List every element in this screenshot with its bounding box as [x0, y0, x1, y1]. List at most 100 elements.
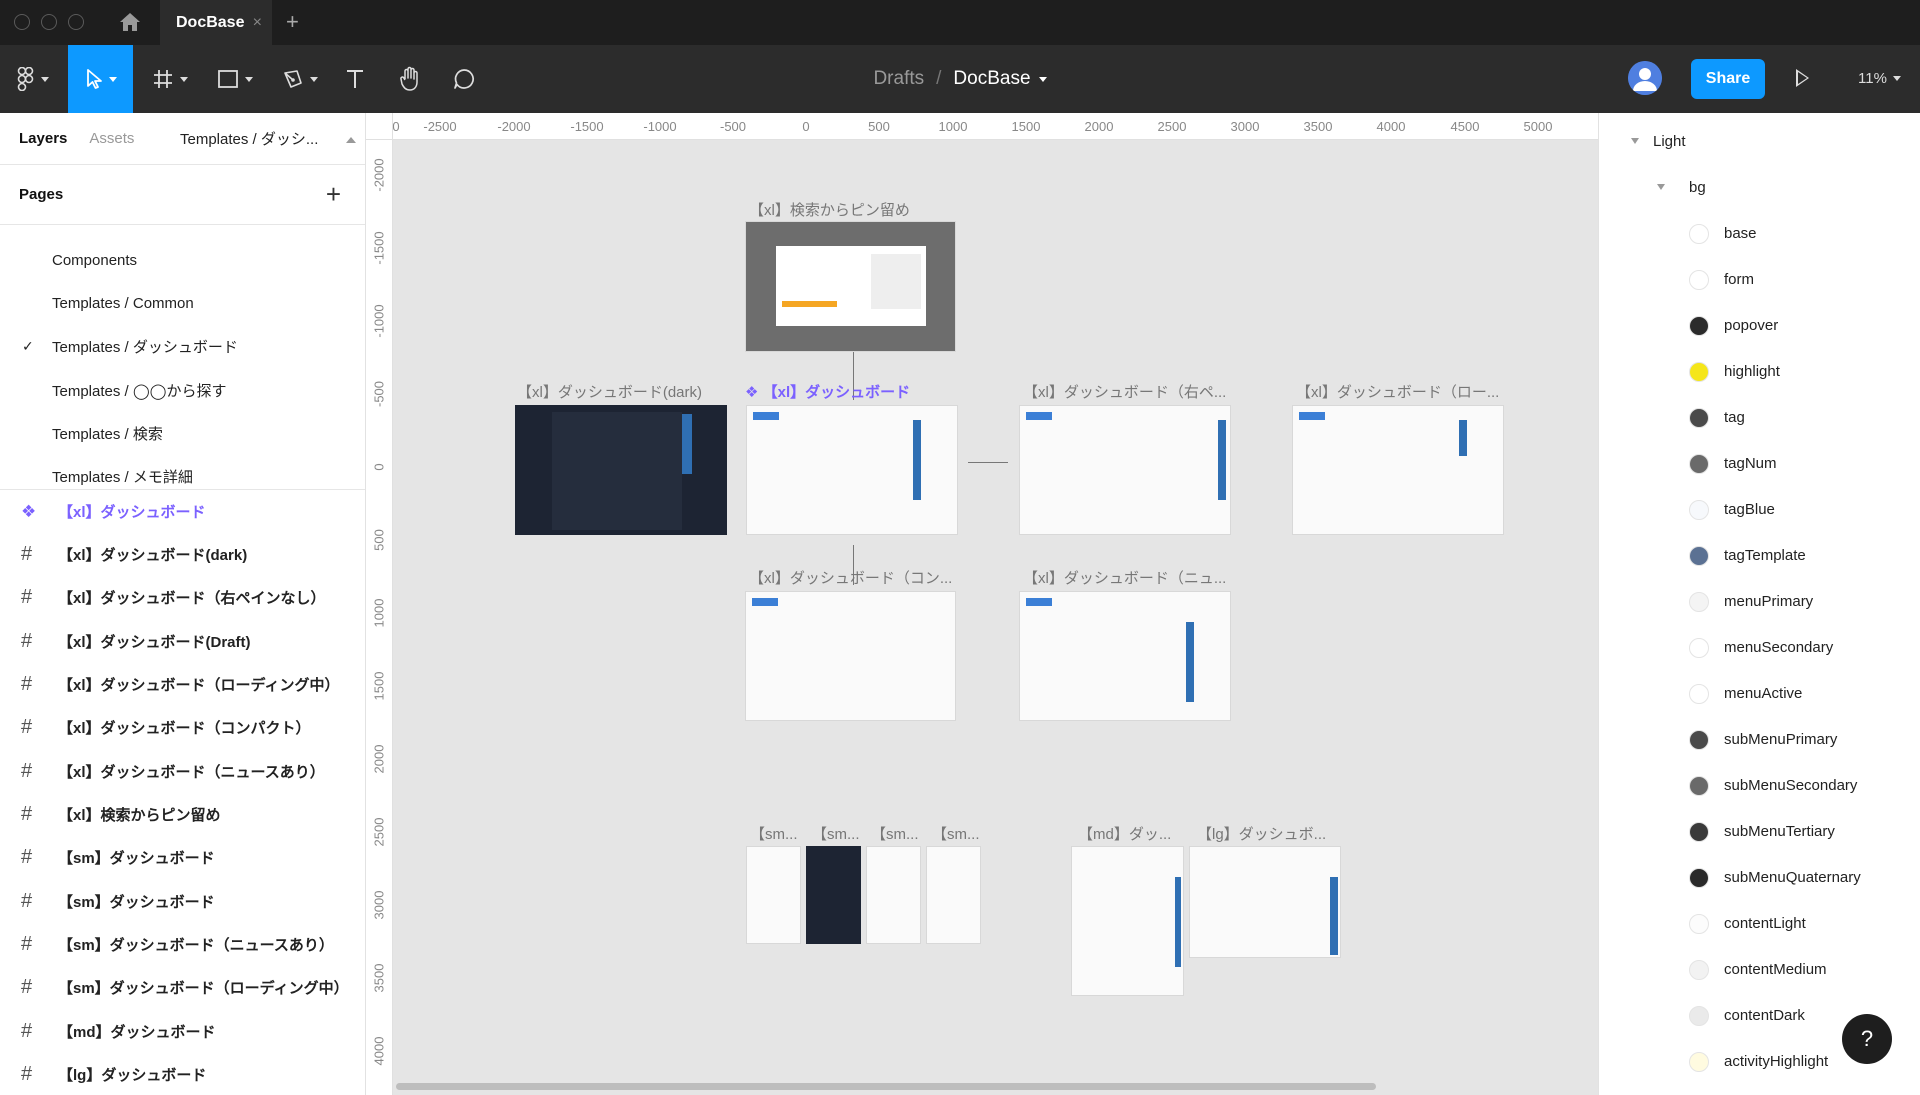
layer-item[interactable]: # 【xl】ダッシュボード（ローディング中） [0, 663, 365, 706]
main-menu-button[interactable] [8, 45, 58, 113]
color-style-item[interactable]: menuPrimary [1599, 578, 1920, 624]
frame-label[interactable]: 【lg】ダッシュボ... [1197, 823, 1326, 844]
present-play-icon[interactable] [1796, 69, 1809, 87]
frame-label[interactable]: 【sm... [812, 823, 860, 844]
chevron-down-icon[interactable] [1038, 76, 1047, 82]
frame-label[interactable]: 【xl】ダッシュボード（コン... [749, 567, 952, 588]
color-style-item[interactable]: menuActive [1599, 670, 1920, 716]
frame-dashboard-loading[interactable] [1292, 405, 1504, 535]
page-item[interactable]: Components [0, 239, 365, 282]
shape-tool-button[interactable] [210, 45, 260, 113]
file-name[interactable]: DocBase [953, 68, 1030, 90]
ruler-tick-label: 2000 [1084, 119, 1114, 134]
frame-label[interactable]: 【sm... [750, 823, 798, 844]
layer-item[interactable]: # 【sm】ダッシュボード（ニュースあり） [0, 923, 365, 966]
new-tab-button[interactable]: + [286, 9, 299, 35]
help-button[interactable]: ? [1842, 1014, 1892, 1064]
color-style-item[interactable]: subMenuQuaternary [1599, 854, 1920, 900]
layer-item[interactable]: # 【xl】ダッシュボード(dark) [0, 533, 365, 576]
file-tab[interactable]: DocBase × [160, 0, 272, 45]
frame-label[interactable]: 【xl】ダッシュボード（ニュ... [1023, 567, 1226, 588]
pen-tool-button[interactable] [275, 45, 325, 113]
horizontal-ruler: -3000 -2500 -2000 -1500 -1000 -500 0 500… [366, 113, 1598, 140]
color-style-item[interactable]: subMenuPrimary [1599, 716, 1920, 762]
color-style-item[interactable]: tagTemplate [1599, 532, 1920, 578]
frame-sm-dashboard-dark[interactable] [806, 846, 861, 944]
style-group-light[interactable]: Light [1599, 118, 1920, 164]
page-item[interactable]: Templates / Common [0, 282, 365, 325]
layer-item[interactable]: # 【lg】ダッシュボード [0, 1053, 365, 1095]
frame-sm-dashboard[interactable] [746, 846, 801, 944]
comment-tool-button[interactable] [449, 45, 479, 113]
page-item[interactable]: Templates / ◯◯から探す [0, 369, 365, 412]
color-style-item[interactable]: form [1599, 256, 1920, 302]
frame-sm-dashboard-loading[interactable] [926, 846, 981, 944]
color-style-item[interactable]: highlight [1599, 348, 1920, 394]
current-page-selector[interactable]: Templates / ダッシ... [180, 128, 318, 149]
layer-item[interactable]: # 【sm】ダッシュボード [0, 836, 365, 879]
color-style-item[interactable]: base [1599, 210, 1920, 256]
frame-dashboard-news[interactable] [1019, 591, 1231, 721]
layer-item[interactable]: # 【xl】ダッシュボード（ニュースあり） [0, 750, 365, 793]
frame-sm-dashboard-news[interactable] [866, 846, 921, 944]
layer-item[interactable]: # 【md】ダッシュボード [0, 1010, 365, 1053]
frame-dashboard-main[interactable] [746, 405, 958, 535]
frame-label-selected[interactable]: ❖ 【xl】ダッシュボード [745, 381, 910, 402]
layer-item[interactable]: # 【sm】ダッシュボード [0, 880, 365, 923]
horizontal-scrollbar[interactable] [396, 1083, 1376, 1090]
text-tool-button[interactable] [340, 45, 370, 113]
color-style-item[interactable]: tagNum [1599, 440, 1920, 486]
layer-item[interactable]: # 【xl】ダッシュボード（コンパクト） [0, 706, 365, 749]
color-style-item[interactable]: contentLight [1599, 900, 1920, 946]
frame-lg-dashboard[interactable] [1189, 846, 1341, 958]
frame-label[interactable]: 【sm... [871, 823, 919, 844]
frame-icon: # [21, 543, 33, 565]
breadcrumb-drafts[interactable]: Drafts [873, 68, 924, 90]
page-item-selected[interactable]: ✓ Templates / ダッシュボード [0, 325, 365, 368]
move-tool-button[interactable] [68, 45, 133, 113]
hand-tool-button[interactable] [395, 45, 425, 113]
frame-dashboard-compact[interactable] [745, 591, 956, 721]
frame-label[interactable]: 【xl】ダッシュボード（ロー... [1296, 381, 1499, 402]
close-tab-icon[interactable]: × [253, 14, 262, 32]
color-style-item[interactable]: menuSecondary [1599, 624, 1920, 670]
frame-pin-from-search[interactable] [745, 221, 956, 352]
color-style-item[interactable]: tagBlue [1599, 486, 1920, 532]
frame-md-dashboard[interactable] [1071, 846, 1184, 996]
layer-item-component[interactable]: ❖ 【xl】ダッシュボード [0, 490, 365, 533]
add-page-button[interactable]: + [326, 179, 341, 210]
chevron-down-icon[interactable] [1657, 184, 1665, 190]
color-style-item[interactable]: subMenuTertiary [1599, 808, 1920, 854]
frame-label[interactable]: 【md】ダッ... [1078, 823, 1171, 844]
color-style-item[interactable]: contentMedium [1599, 946, 1920, 992]
minimize-window-button[interactable] [41, 14, 57, 30]
frame-label[interactable]: 【xl】ダッシュボード(dark) [517, 381, 702, 402]
tab-layers[interactable]: Layers [19, 130, 67, 147]
frame-label[interactable]: 【xl】ダッシュボード（右ペ... [1023, 381, 1226, 402]
layer-item[interactable]: # 【sm】ダッシュボード（ローディング中） [0, 966, 365, 1009]
zoom-dropdown[interactable]: 11% [1858, 70, 1901, 87]
frame-label[interactable]: 【sm... [932, 823, 980, 844]
chevron-up-icon[interactable] [346, 137, 356, 143]
frame-dashboard-no-right-pane[interactable] [1019, 405, 1231, 535]
page-item-label: Components [52, 252, 138, 269]
color-style-item[interactable]: subMenuSecondary [1599, 762, 1920, 808]
page-item[interactable]: Templates / 検索 [0, 412, 365, 455]
style-group-bg[interactable]: bg [1599, 164, 1920, 210]
frame-dashboard-dark[interactable] [515, 405, 727, 535]
chevron-down-icon[interactable] [1631, 138, 1639, 144]
close-window-button[interactable] [14, 14, 30, 30]
layer-item[interactable]: # 【xl】ダッシュボード（右ペインなし） [0, 576, 365, 619]
tab-assets[interactable]: Assets [89, 130, 134, 147]
canvas[interactable]: -3000 -2500 -2000 -1500 -1000 -500 0 500… [366, 113, 1598, 1095]
color-style-item[interactable]: tag [1599, 394, 1920, 440]
frame-label[interactable]: 【xl】検索からピン留め [749, 199, 910, 220]
zoom-window-button[interactable] [68, 14, 84, 30]
color-style-item[interactable]: popover [1599, 302, 1920, 348]
home-icon[interactable] [118, 11, 142, 33]
avatar[interactable] [1628, 61, 1662, 95]
share-button[interactable]: Share [1691, 59, 1765, 99]
layer-item[interactable]: # 【xl】ダッシュボード(Draft) [0, 620, 365, 663]
frame-tool-button[interactable] [145, 45, 195, 113]
layer-item[interactable]: # 【xl】検索からピン留め [0, 793, 365, 836]
